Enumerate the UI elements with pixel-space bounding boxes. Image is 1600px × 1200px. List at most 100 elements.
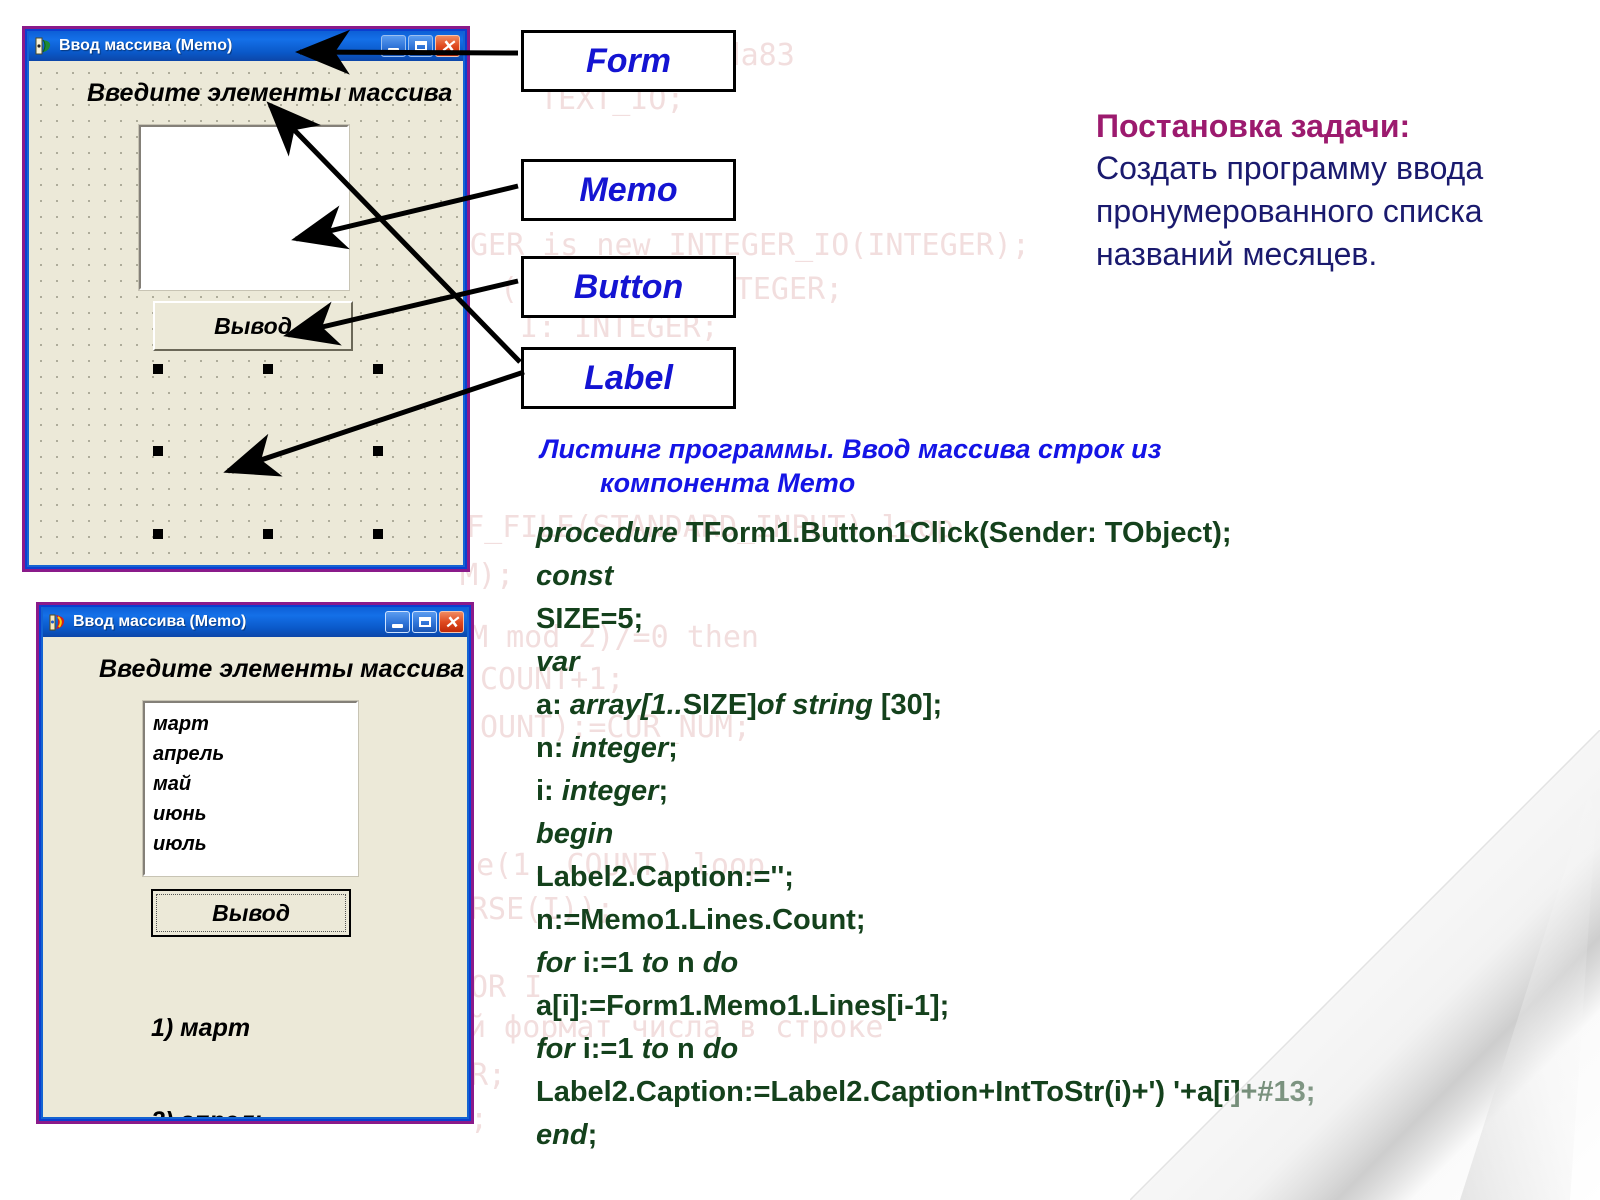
running-memo-box[interactable]: март апрель май июнь июль <box>142 700 359 877</box>
code-keyword: var <box>536 646 580 678</box>
code-text: ; <box>658 775 669 807</box>
code-listing: procedure TForm1.Button1Click(Sender: TO… <box>536 512 1315 1157</box>
design-form-titlebar[interactable]: Ввод массива (Memo) ✕ <box>29 31 463 61</box>
watermark-line: R; <box>470 1058 507 1093</box>
design-form-window-buttons: ✕ <box>381 35 460 57</box>
code-text: Label2.Caption:=''; <box>536 861 794 893</box>
minimize-icon[interactable] <box>381 35 406 57</box>
callout-button: Button <box>521 256 736 318</box>
callout-label: Label <box>521 347 736 409</box>
code-keyword: to <box>641 947 677 979</box>
memo-line: март <box>153 713 209 735</box>
code-line: begin <box>536 813 1315 856</box>
code-line: i: integer; <box>536 770 1315 813</box>
memo-line: июнь <box>153 803 207 825</box>
listing-title-line2: компонента Memo <box>600 468 856 498</box>
code-line: end; <box>536 1114 1315 1157</box>
code-keyword: for <box>536 1033 583 1065</box>
design-form-title: Ввод массива (Memo) <box>59 37 233 54</box>
button-focus-rect <box>156 894 346 932</box>
running-form-inner: Ввод массива (Memo) ✕ Введите элементы м… <box>41 607 469 1119</box>
running-form-window-buttons: ✕ <box>385 611 464 633</box>
memo-line: июль <box>153 833 207 855</box>
code-text: a: <box>536 689 570 721</box>
result-label: 1) март 2) апрель 3) май 4) июнь 5) июль <box>151 951 269 1117</box>
code-text: [30]; <box>872 689 943 721</box>
running-form-canvas: Введите элементы массива март апрель май… <box>43 637 467 1117</box>
callout-form: Form <box>521 30 736 92</box>
code-line: n:=Memo1.Lines.Count; <box>536 899 1315 942</box>
code-line: SIZE=5; <box>536 598 1315 641</box>
minimize-icon[interactable] <box>385 611 410 633</box>
task-statement: Постановка задачи: Создать программу вво… <box>1096 108 1496 276</box>
running-form-frame: Ввод массива (Memo) ✕ Введите элементы м… <box>36 602 474 1124</box>
code-line: var <box>536 641 1315 684</box>
code-text: SIZE] <box>682 689 757 721</box>
code-line: n: integer; <box>536 727 1315 770</box>
code-line: for i:=1 to n do <box>536 1028 1315 1071</box>
code-line: Label2.Caption:=''; <box>536 856 1315 899</box>
design-form-canvas[interactable]: Введите элементы массива Вывод <box>29 61 463 565</box>
listing-title: Листинг программы. Ввод массива строк из… <box>540 432 1420 500</box>
code-keyword: procedure <box>536 517 686 549</box>
design-prompt-label: Введите элементы массива <box>87 79 453 107</box>
code-line: a[i]:=Form1.Memo1.Lines[i-1]; <box>536 985 1315 1028</box>
callout-memo: Memo <box>521 159 736 221</box>
code-line: const <box>536 555 1315 598</box>
watermark-line: OR I <box>470 970 543 1005</box>
close-icon[interactable]: ✕ <box>435 35 460 57</box>
code-line: a: array[1..SIZE]of string [30]; <box>536 684 1315 727</box>
close-icon[interactable]: ✕ <box>439 611 464 633</box>
design-form-window[interactable]: Ввод массива (Memo) ✕ Введите элементы м… <box>22 26 470 572</box>
code-line: for i:=1 to n do <box>536 942 1315 985</box>
task-heading: Постановка задачи: <box>1096 108 1411 144</box>
code-keyword: end <box>536 1119 588 1151</box>
selection-handle[interactable] <box>263 529 273 539</box>
design-form-inner: Ввод массива (Memo) ✕ Введите элементы м… <box>27 31 465 567</box>
selection-handle[interactable] <box>373 446 383 456</box>
selection-handle[interactable] <box>153 529 163 539</box>
memo-line: май <box>153 773 192 795</box>
code-keyword: for <box>536 947 583 979</box>
code-text: i:=1 <box>582 947 642 979</box>
code-keyword: const <box>536 560 614 592</box>
selection-handle[interactable] <box>153 364 163 374</box>
delphi-app-icon <box>35 37 53 55</box>
code-keyword: to <box>641 1033 677 1065</box>
selection-handle[interactable] <box>373 364 383 374</box>
running-form-title: Ввод массива (Memo) <box>73 613 247 630</box>
task-body: Создать программу ввода пронумерованного… <box>1096 150 1484 272</box>
code-text: ; <box>668 732 678 764</box>
code-keyword: integer <box>561 775 659 807</box>
code-text: i: <box>536 775 562 807</box>
code-text: Label2.Caption:=Label2.Caption+IntToStr(… <box>536 1076 1316 1108</box>
code-keyword: of <box>756 689 793 721</box>
code-text: n <box>677 1033 703 1065</box>
code-text: ; <box>587 1119 598 1151</box>
maximize-icon[interactable] <box>412 611 437 633</box>
selection-handle[interactable] <box>263 364 273 374</box>
running-form-titlebar[interactable]: Ввод массива (Memo) ✕ <box>43 607 467 637</box>
memo-line: апрель <box>153 743 225 765</box>
running-form-window[interactable]: Ввод массива (Memo) ✕ Введите элементы м… <box>36 602 474 1124</box>
design-memo-box[interactable] <box>138 124 350 291</box>
code-keyword: do <box>702 1033 739 1065</box>
code-keyword: array[1.. <box>569 689 683 721</box>
design-output-button[interactable]: Вывод <box>153 301 353 351</box>
code-text: n <box>677 947 703 979</box>
code-text: n:=Memo1.Lines.Count; <box>536 904 866 936</box>
running-output-button[interactable]: Вывод <box>151 889 351 937</box>
code-text: i:=1 <box>582 1033 642 1065</box>
code-line: procedure TForm1.Button1Click(Sender: TO… <box>536 512 1315 555</box>
code-text: TForm1.Button1Click(Sender: TObject); <box>685 517 1232 549</box>
code-text: SIZE=5; <box>536 603 644 635</box>
code-line: Label2.Caption:=Label2.Caption+IntToStr(… <box>536 1071 1315 1114</box>
selection-handle[interactable] <box>153 446 163 456</box>
code-keyword: do <box>702 947 739 979</box>
selection-handle[interactable] <box>373 529 383 539</box>
running-prompt-label: Введите элементы массива <box>99 655 465 683</box>
design-form-frame: Ввод массива (Memo) ✕ Введите элементы м… <box>22 26 470 572</box>
delphi-app-icon <box>49 613 67 631</box>
maximize-icon[interactable] <box>408 35 433 57</box>
code-keyword: integer <box>571 732 669 764</box>
